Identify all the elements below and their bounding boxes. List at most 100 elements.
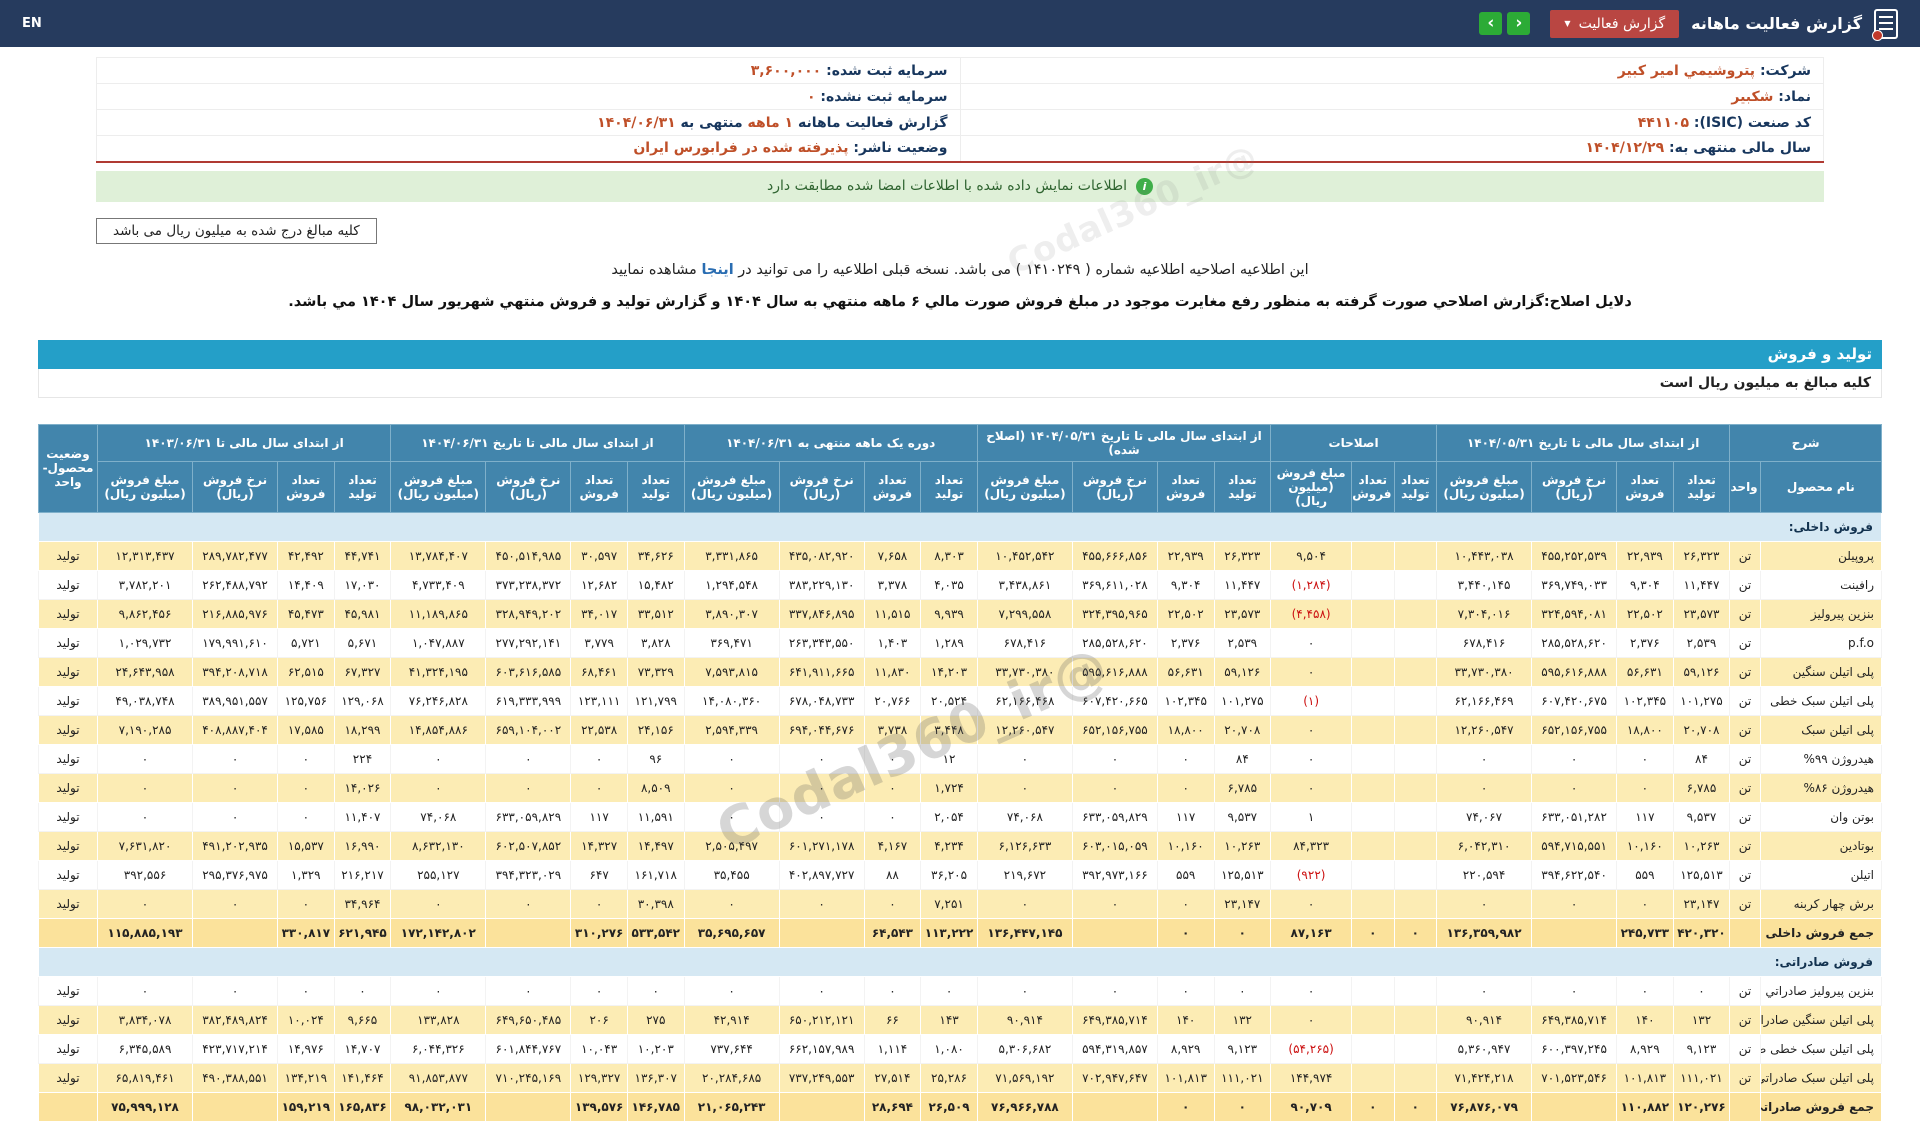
info-cell: گزارش فعالیت ماهانه ۱ ماهه منتهی به ۱۴۰۴… <box>97 110 961 136</box>
value-cell: ۱,۰۴۷,۸۸۷ <box>391 628 486 657</box>
value-cell: ۰ <box>1072 744 1157 773</box>
previous-version-link[interactable]: اینجا <box>701 262 733 278</box>
value-cell: ۰ <box>977 773 1072 802</box>
value-cell: ۸,۹۲۹ <box>1157 1034 1214 1063</box>
value-cell: ۶۰۳,۰۱۵,۰۵۹ <box>1072 831 1157 860</box>
value-cell: ۵۵۹ <box>1157 860 1214 889</box>
revision-text-2: مشاهده نمایید <box>611 262 701 278</box>
product-name-cell: بنزین پیرولیز صادراتي <box>1760 976 1881 1005</box>
report-type-badge[interactable]: گزارش فعالیت ▼ <box>1550 10 1679 38</box>
next-report-button[interactable]: › <box>1507 12 1530 35</box>
value-cell: ۰ <box>1271 744 1352 773</box>
value-cell: ۹,۶۶۵ <box>334 1005 391 1034</box>
column-header: مبلغ فروش (میلیون ریال) <box>391 461 486 512</box>
info-row: کد صنعت (ISIC): ۴۴۱۱۰۵گزارش فعالیت ماهان… <box>97 110 1824 136</box>
value-cell: ۶۰۳,۶۱۶,۵۸۵ <box>486 657 571 686</box>
value-cell: ۰ <box>684 744 779 773</box>
value-cell <box>1352 744 1394 773</box>
value-cell: ۰ <box>1617 976 1674 1005</box>
value-cell: ۱۳۴,۲۱۹ <box>278 1063 335 1092</box>
correction-reason: دلایل اصلاح:گزارش اصلاحي صورت گرفته به م… <box>0 294 1920 310</box>
value-cell: ۳۲۸,۹۴۹,۲۰۲ <box>486 599 571 628</box>
value-cell: ۲۸۵,۵۲۸,۶۲۰ <box>1532 628 1617 657</box>
table-row: پلی اتیلن سبک خطی صادراتيتن۹,۱۲۳۸,۹۲۹۶۰۰… <box>39 1034 1882 1063</box>
signature-match-banner: i اطلاعات نمایش داده شده با اطلاعات امضا… <box>96 171 1824 202</box>
value-cell: ۱۰,۰۴۳ <box>571 1034 628 1063</box>
value-cell: ۳,۷۷۹ <box>571 628 628 657</box>
value-cell: ۰ <box>391 744 486 773</box>
value-cell: ۳۸۹,۹۵۱,۵۵۷ <box>193 686 278 715</box>
value-cell <box>1352 889 1394 918</box>
value-cell: ۲۴,۱۵۶ <box>627 715 684 744</box>
value-cell: ۱۲ <box>921 744 978 773</box>
status-cell <box>39 918 98 947</box>
value-cell: ۴,۰۳۵ <box>921 570 978 599</box>
value-cell: ۰ <box>193 802 278 831</box>
value-cell: ۱۳۲ <box>1673 1005 1730 1034</box>
value-cell: ۱۰۲,۳۴۵ <box>1617 686 1674 715</box>
status-cell: تولید <box>39 802 98 831</box>
value-cell: ۷,۱۹۰,۲۸۵ <box>97 715 192 744</box>
value-cell <box>1394 802 1436 831</box>
table-row: هیدروژن ۸۶%تن۶,۷۸۵۰۰۰۰۶,۷۸۵۰۰۰۱,۷۲۴۰۰۰۸,… <box>39 773 1882 802</box>
value-cell: ۶۴۹,۳۸۵,۷۱۴ <box>1072 1005 1157 1034</box>
column-header: نرخ فروش (ریال) <box>1532 461 1617 512</box>
value-cell: ۱۲۵,۵۱۳ <box>1214 860 1271 889</box>
field-label: گزارش فعالیت ماهانه <box>793 115 947 131</box>
value-cell: ۳۴,۹۶۴ <box>334 889 391 918</box>
product-name-cell: پروپیلن <box>1760 541 1881 570</box>
unit-cell: تن <box>1730 802 1760 831</box>
value-cell: ۴,۲۳۴ <box>921 831 978 860</box>
value-cell: ۶۳۳,۰۵۹,۸۲۹ <box>1072 802 1157 831</box>
value-cell <box>1394 773 1436 802</box>
prev-report-button[interactable]: ‹ <box>1479 12 1502 35</box>
value-cell: ۱,۱۱۴ <box>864 1034 921 1063</box>
value-cell: ۲۶,۳۲۳ <box>1214 541 1271 570</box>
product-name-cell: رافینت <box>1760 570 1881 599</box>
value-cell: ۰ <box>1532 889 1617 918</box>
status-cell: تولید <box>39 831 98 860</box>
value-cell: ۱۱۵,۸۸۵,۱۹۳ <box>97 918 192 947</box>
value-cell: ۱۵,۴۸۲ <box>627 570 684 599</box>
value-cell: ۱۱۱,۰۲۱ <box>1214 1063 1271 1092</box>
value-cell: ۵۹۵,۶۱۶,۸۸۸ <box>1532 657 1617 686</box>
value-cell: ۱۳,۷۸۴,۴۰۷ <box>391 541 486 570</box>
value-cell <box>1394 628 1436 657</box>
value-cell: ۰ <box>1072 889 1157 918</box>
value-cell: ۰ <box>1157 744 1214 773</box>
info-cell: سرمایه ثبت نشده: ۰ <box>97 84 961 110</box>
banner-text: اطلاعات نمایش داده شده با اطلاعات امضا ش… <box>767 178 1127 194</box>
value-cell: ۰ <box>1271 657 1352 686</box>
status-cell: تولید <box>39 570 98 599</box>
unit-cell: تن <box>1730 541 1760 570</box>
info-cell: کد صنعت (ISIC): ۴۴۱۱۰۵ <box>960 110 1824 136</box>
value-cell: ۶,۰۴۲,۳۱۰ <box>1437 831 1532 860</box>
main-table-head: شرحاز ابتدای سال مالی تا تاریخ ۱۴۰۴/۰۵/۳… <box>39 424 1882 512</box>
value-cell <box>779 918 864 947</box>
value-cell: ۱۸,۲۹۹ <box>334 715 391 744</box>
value-cell: ۳۱۰,۲۷۶ <box>571 918 628 947</box>
value-cell: ۱۱۳,۲۲۲ <box>921 918 978 947</box>
value-cell: ۱۳۹,۵۷۶ <box>571 1092 628 1121</box>
value-cell: ۱۱,۵۱۵ <box>864 599 921 628</box>
value-cell: ۶,۷۸۵ <box>1214 773 1271 802</box>
section-title-cell: فروش صادراتی: <box>39 947 1882 976</box>
language-switch[interactable]: EN <box>22 16 42 31</box>
value-cell: ۲۵۵,۱۲۷ <box>391 860 486 889</box>
value-cell: ۹۰,۹۱۴ <box>977 1005 1072 1034</box>
value-cell: ۴۲۰,۳۲۰ <box>1673 918 1730 947</box>
value-cell: ۲۴۵,۷۳۳ <box>1617 918 1674 947</box>
value-cell <box>1352 657 1394 686</box>
value-cell: ۱,۳۲۹ <box>278 860 335 889</box>
value-cell: ۰ <box>97 802 192 831</box>
value-cell: ۳۰,۳۹۸ <box>627 889 684 918</box>
value-cell: ۱۱۱,۰۲۱ <box>1673 1063 1730 1092</box>
value-cell: ۲۲,۵۰۲ <box>1157 599 1214 628</box>
value-cell: ۴۱,۳۲۴,۱۹۵ <box>391 657 486 686</box>
value-cell: ۷۱۰,۲۴۵,۱۶۹ <box>486 1063 571 1092</box>
product-name-cell: پلی اتیلن سبک خطی صادراتي <box>1760 1034 1881 1063</box>
value-cell: ۲,۰۵۴ <box>921 802 978 831</box>
value-cell: ۱۰,۱۶۰ <box>1617 831 1674 860</box>
info-cell: نماد: شکبیر <box>960 84 1824 110</box>
value-cell <box>1394 599 1436 628</box>
